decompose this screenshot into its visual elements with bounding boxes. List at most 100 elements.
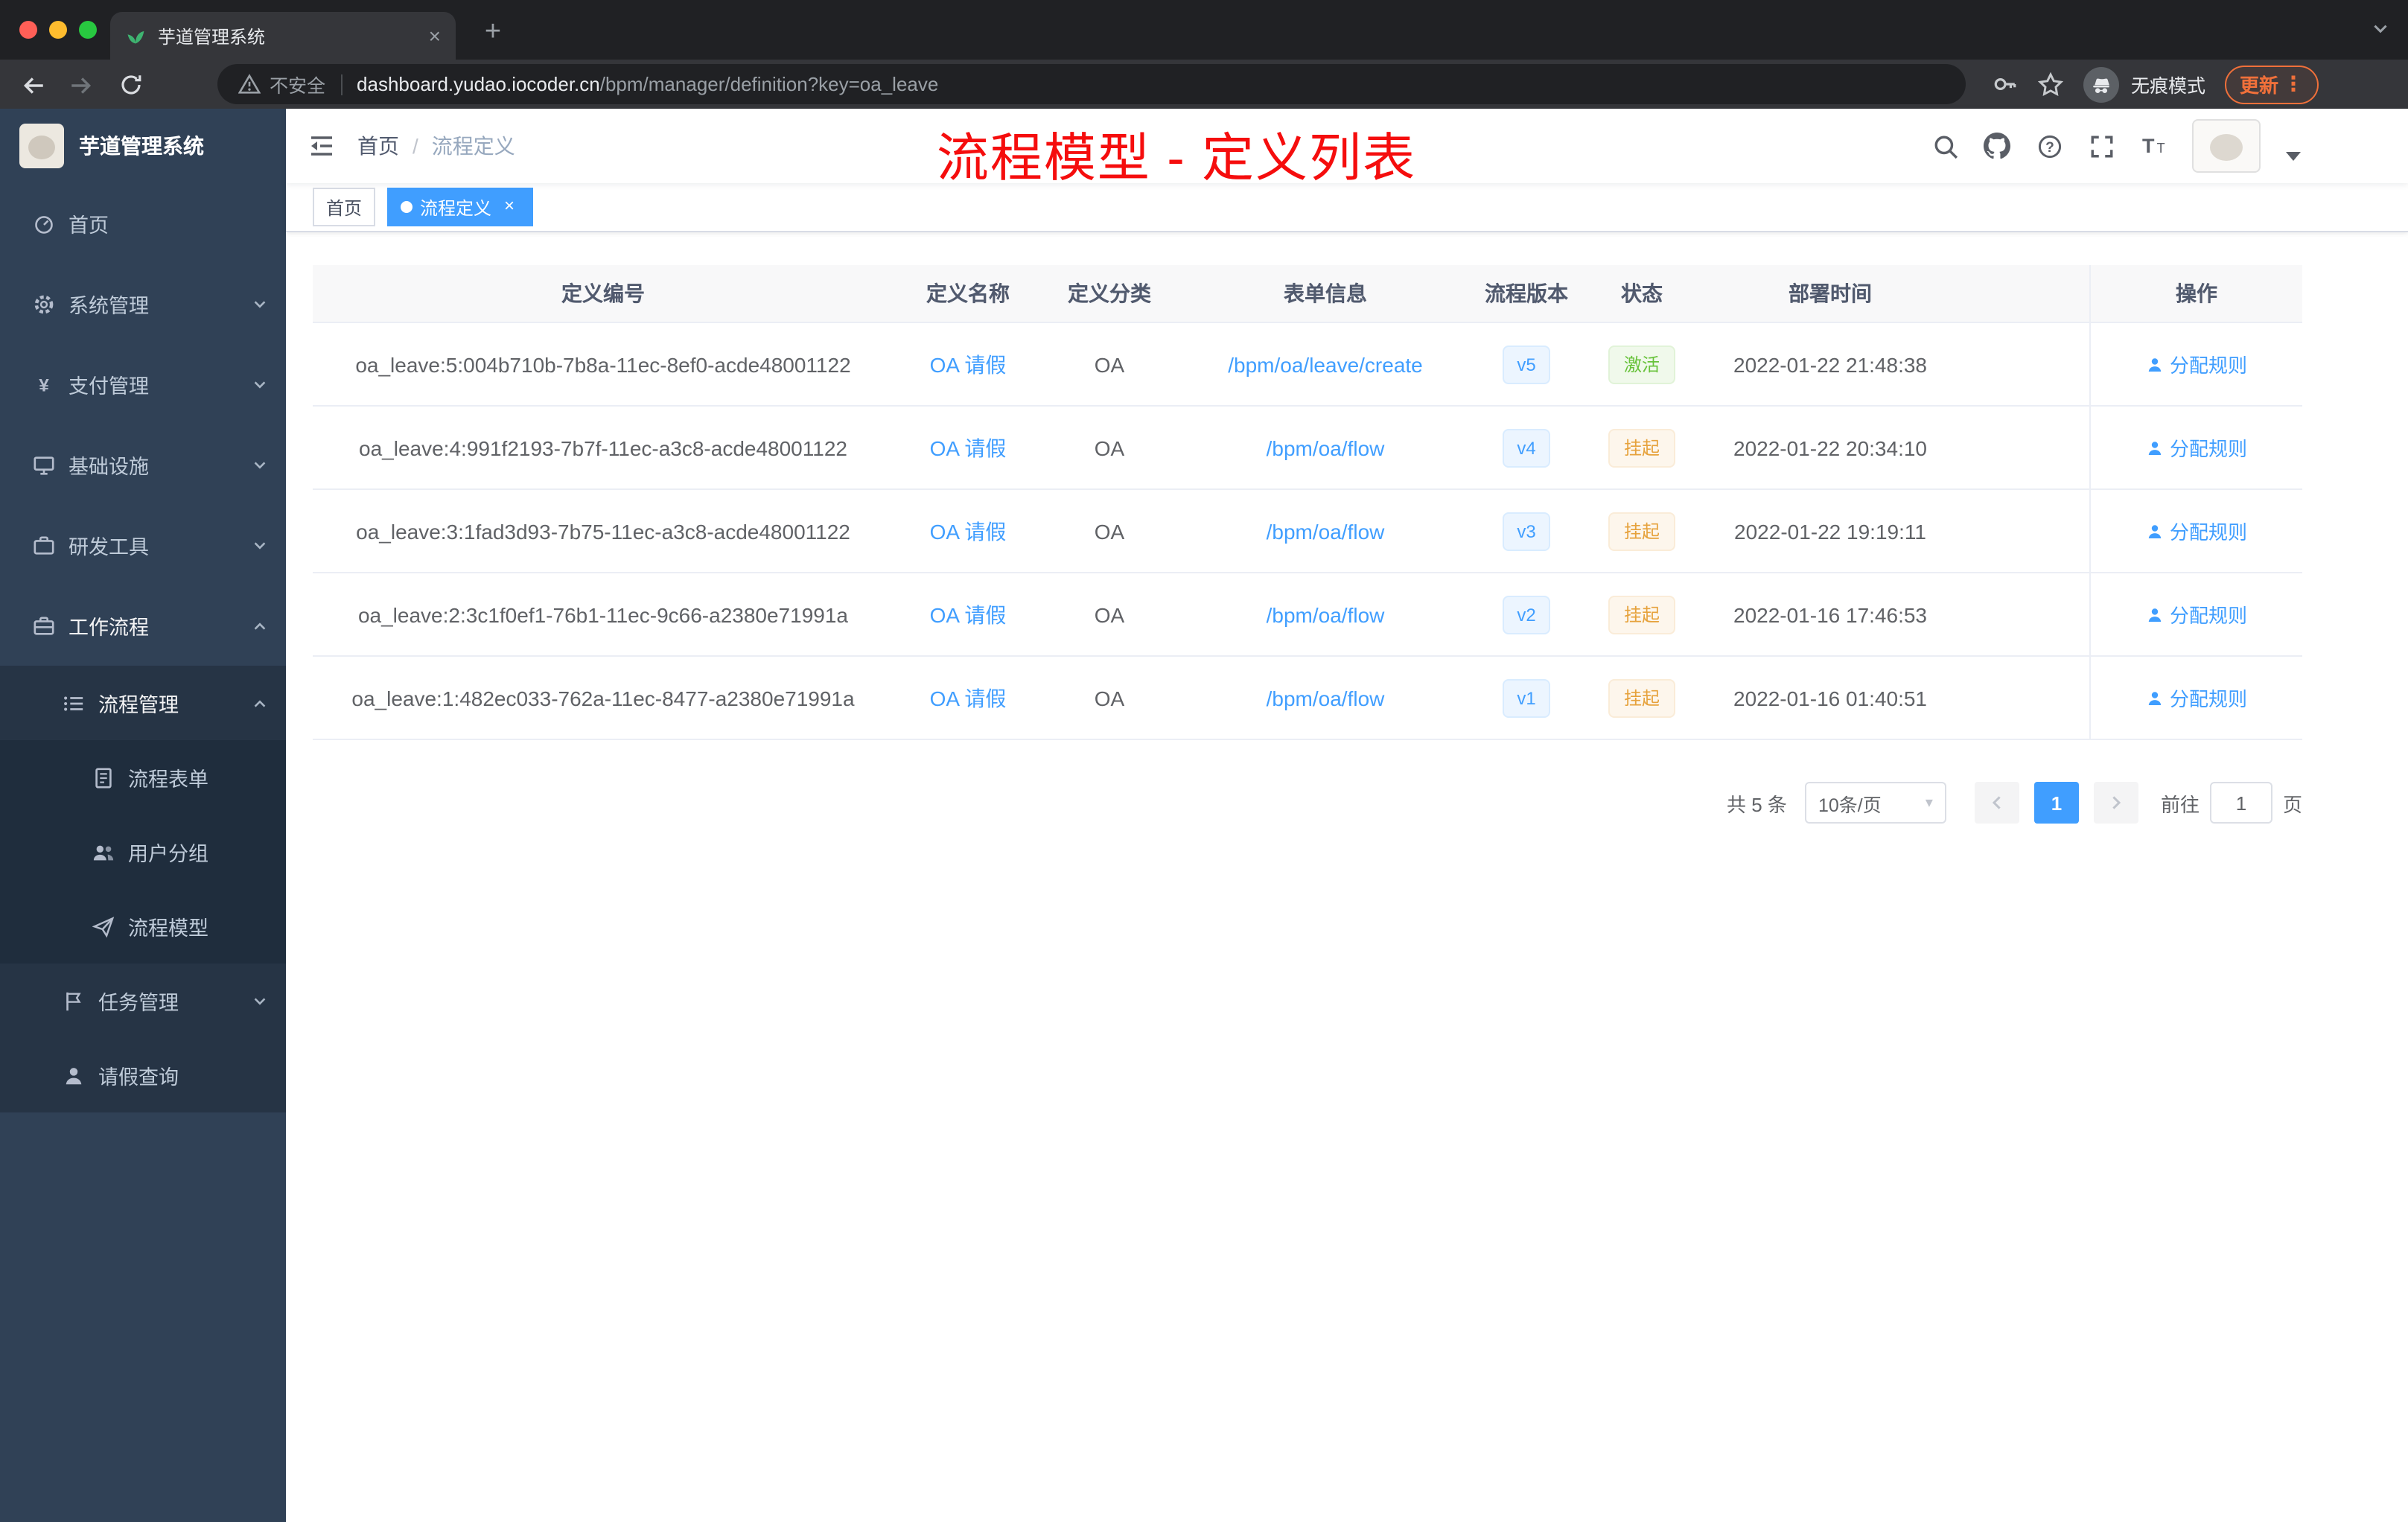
tag-label: 首页	[326, 197, 363, 218]
update-label: 更新	[2239, 74, 2278, 97]
tab-close-icon[interactable]: ×	[429, 24, 441, 48]
tag-2[interactable]: 流程定义 ×	[387, 188, 534, 226]
page-unit-label: 页	[2282, 793, 2302, 815]
browser-menu-kebab-icon[interactable]: ⋮	[2283, 71, 2304, 97]
column-header-7: 部署时间	[1789, 281, 1872, 305]
definition-name-link[interactable]: OA 请假	[930, 349, 1007, 379]
tab-favicon-leaf-icon	[125, 25, 146, 46]
cell-form-info: /bpm/oa/flow	[1176, 490, 1474, 572]
sidebar-item-label: 用户分组	[128, 843, 208, 865]
sidebar-item-label: 流程表单	[128, 768, 208, 791]
tags-view: 首页 × 流程定义 ×	[286, 183, 2408, 232]
assign-rule-link[interactable]: 分配规则	[2146, 350, 2247, 378]
bookmark-star-icon[interactable]	[2037, 71, 2064, 98]
sidebar-logo[interactable]: 芋道管理系统	[0, 109, 286, 183]
github-icon[interactable]	[1984, 133, 2010, 159]
form-info-link[interactable]: /bpm/oa/leave/create	[1228, 352, 1423, 376]
goto-page-group: 前往 页	[2161, 782, 2302, 824]
back-button[interactable]	[12, 64, 54, 106]
browser-tab[interactable]: 芋道管理系统 ×	[110, 12, 456, 60]
minimize-window-button[interactable]	[49, 21, 67, 39]
chevron-down-icon	[252, 376, 268, 392]
sidebar-item-10[interactable]: 流程模型	[0, 889, 286, 964]
form-info-link[interactable]: /bpm/oa/flow	[1267, 436, 1385, 459]
cell-form-info: /bpm/oa/flow	[1176, 407, 1474, 488]
form-info-link[interactable]: /bpm/oa/flow	[1267, 686, 1385, 710]
sidebar-item-label: 流程管理	[98, 694, 179, 716]
sidebar-item-2[interactable]: 系统管理	[0, 264, 286, 344]
person-icon	[2146, 522, 2164, 540]
cell-category: OA	[1094, 602, 1125, 626]
close-window-button[interactable]	[19, 21, 37, 39]
sidebar-item-label: 工作流程	[69, 617, 149, 639]
user-avatar[interactable]	[2192, 119, 2261, 173]
goto-page-input[interactable]	[2209, 782, 2272, 824]
search-icon[interactable]	[1931, 133, 1958, 159]
forward-button[interactable]	[60, 64, 101, 106]
breadcrumb-home[interactable]: 首页	[357, 131, 399, 161]
tag-label: 流程定义	[420, 197, 492, 218]
avatar-dropdown-caret-icon[interactable]	[2286, 152, 2301, 161]
status-badge: 挂起	[1608, 678, 1675, 717]
tag-close-icon[interactable]: ×	[499, 196, 520, 217]
tag-1[interactable]: 首页 ×	[313, 188, 376, 226]
cell-definition-name: OA 请假	[894, 407, 1042, 488]
cell-deploy-time: 2022-01-22 19:19:11	[1734, 519, 1926, 543]
sidebar-item-3[interactable]: 支付管理	[0, 344, 286, 424]
tab-title: 芋道管理系统	[158, 26, 266, 47]
definition-name-link[interactable]: OA 请假	[930, 516, 1007, 546]
sidebar-item-1[interactable]: 首页	[0, 183, 286, 264]
assign-rule-link[interactable]: 分配规则	[2146, 433, 2247, 462]
sidebar-item-label: 支付管理	[69, 375, 149, 398]
sidebar-item-8[interactable]: 流程表单	[0, 740, 286, 815]
sidebar-item-5[interactable]: 研发工具	[0, 505, 286, 585]
prev-page-button[interactable]	[1974, 782, 2019, 824]
sidebar-item-label: 研发工具	[69, 536, 149, 558]
sidebar-item-7[interactable]: 流程管理	[0, 666, 286, 740]
definition-table: 定义编号 定义名称 定义分类 表单信息 流程版本 状态 部署时间 操作 oa_leave:5:0…	[313, 265, 2302, 740]
chevron-down-icon	[252, 993, 268, 1009]
sidebar-item-11[interactable]: 任务管理	[0, 964, 286, 1038]
security-label[interactable]: 不安全	[270, 70, 325, 98]
zoom-window-button[interactable]	[79, 21, 97, 39]
sidebar-item-4[interactable]: 基础设施	[0, 424, 286, 505]
assign-rule-link[interactable]: 分配规则	[2146, 684, 2247, 712]
page-size-select[interactable]: 10条/页 ▾	[1804, 782, 1946, 824]
sidebar-item-9[interactable]: 用户分组	[0, 815, 286, 889]
cell-deploy-time: 2022-01-16 01:40:51	[1733, 686, 1927, 710]
cell-filler	[1955, 573, 2089, 655]
table-header-row: 定义编号 定义名称 定义分类 表单信息 流程版本 状态 部署时间 操作	[313, 265, 2302, 323]
cell-definition-id: oa_leave:5:004b710b-7b8a-11ec-8ef0-acde4…	[355, 352, 851, 376]
fullscreen-icon[interactable]	[2088, 133, 2115, 159]
form-info-link[interactable]: /bpm/oa/flow	[1267, 519, 1385, 543]
tab-search-chevron-icon[interactable]	[2371, 19, 2390, 39]
help-question-icon[interactable]	[2036, 133, 2063, 159]
person-icon	[2146, 605, 2164, 623]
assign-rule-link[interactable]: 分配规则	[2146, 517, 2247, 545]
definition-name-link[interactable]: OA 请假	[930, 433, 1007, 462]
dashboard-icon	[33, 212, 55, 235]
incognito-indicator: 无痕模式	[2083, 66, 2205, 102]
cell-version: v1	[1474, 657, 1579, 739]
sidebar-item-6[interactable]: 工作流程	[0, 585, 286, 666]
address-bar[interactable]: 不安全 dashboard.yudao.iocoder.cn/bpm/manag…	[217, 64, 1966, 104]
page-number-button[interactable]: 1	[2033, 782, 2079, 824]
page-size-value: 10条/页	[1818, 795, 1882, 815]
column-header-5: 流程版本	[1485, 281, 1568, 305]
cell-version: v5	[1474, 323, 1579, 405]
definition-name-link[interactable]: OA 请假	[930, 683, 1007, 713]
form-info-link[interactable]: /bpm/oa/flow	[1267, 602, 1385, 626]
sidebar-fold-icon[interactable]	[286, 109, 357, 183]
font-size-icon[interactable]	[2140, 133, 2167, 159]
column-header-6: 状态	[1621, 281, 1663, 305]
reload-button[interactable]	[110, 64, 152, 106]
assign-rule-link[interactable]: 分配规则	[2146, 600, 2247, 628]
new-tab-button[interactable]: +	[474, 13, 512, 52]
cell-form-info: /bpm/oa/flow	[1176, 657, 1474, 739]
url-path: /bpm/manager/definition?key=oa_leave	[599, 73, 939, 95]
chrome-update-button[interactable]: 更新 ⋮	[2224, 65, 2319, 104]
definition-name-link[interactable]: OA 请假	[930, 599, 1007, 629]
next-page-button[interactable]	[2093, 782, 2138, 824]
sidebar-item-12[interactable]: 请假查询	[0, 1038, 286, 1112]
password-key-icon[interactable]	[1993, 71, 2018, 97]
